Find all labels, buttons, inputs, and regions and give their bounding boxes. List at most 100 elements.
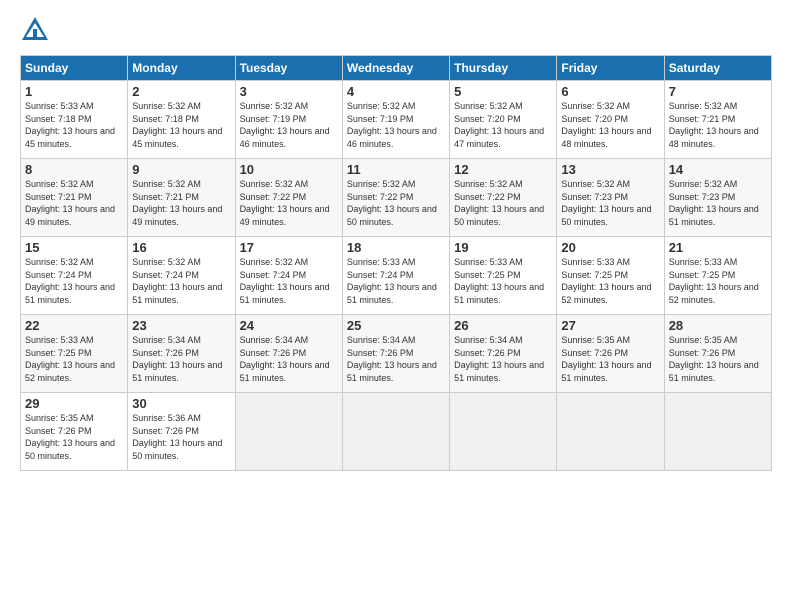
day-info: Sunrise: 5:32 AM Sunset: 7:22 PM Dayligh… xyxy=(454,179,544,227)
day-cell: 17 Sunrise: 5:32 AM Sunset: 7:24 PM Dayl… xyxy=(235,237,342,315)
day-number: 27 xyxy=(561,318,659,333)
header-cell-saturday: Saturday xyxy=(664,56,771,81)
day-number: 24 xyxy=(240,318,338,333)
day-info: Sunrise: 5:33 AM Sunset: 7:18 PM Dayligh… xyxy=(25,101,115,149)
day-info: Sunrise: 5:32 AM Sunset: 7:21 PM Dayligh… xyxy=(669,101,759,149)
day-info: Sunrise: 5:32 AM Sunset: 7:23 PM Dayligh… xyxy=(561,179,651,227)
calendar-table: SundayMondayTuesdayWednesdayThursdayFrid… xyxy=(20,55,772,471)
day-cell: 7 Sunrise: 5:32 AM Sunset: 7:21 PM Dayli… xyxy=(664,81,771,159)
day-info: Sunrise: 5:34 AM Sunset: 7:26 PM Dayligh… xyxy=(240,335,330,383)
day-number: 21 xyxy=(669,240,767,255)
week-row-1: 1 Sunrise: 5:33 AM Sunset: 7:18 PM Dayli… xyxy=(21,81,772,159)
day-number: 6 xyxy=(561,84,659,99)
day-number: 30 xyxy=(132,396,230,411)
day-info: Sunrise: 5:32 AM Sunset: 7:20 PM Dayligh… xyxy=(454,101,544,149)
day-info: Sunrise: 5:32 AM Sunset: 7:21 PM Dayligh… xyxy=(132,179,222,227)
day-cell: 26 Sunrise: 5:34 AM Sunset: 7:26 PM Dayl… xyxy=(450,315,557,393)
day-cell: 5 Sunrise: 5:32 AM Sunset: 7:20 PM Dayli… xyxy=(450,81,557,159)
day-info: Sunrise: 5:32 AM Sunset: 7:21 PM Dayligh… xyxy=(25,179,115,227)
day-cell: 27 Sunrise: 5:35 AM Sunset: 7:26 PM Dayl… xyxy=(557,315,664,393)
day-info: Sunrise: 5:33 AM Sunset: 7:25 PM Dayligh… xyxy=(25,335,115,383)
day-cell: 2 Sunrise: 5:32 AM Sunset: 7:18 PM Dayli… xyxy=(128,81,235,159)
day-cell xyxy=(342,393,449,471)
day-cell: 15 Sunrise: 5:32 AM Sunset: 7:24 PM Dayl… xyxy=(21,237,128,315)
day-info: Sunrise: 5:33 AM Sunset: 7:25 PM Dayligh… xyxy=(669,257,759,305)
day-cell: 18 Sunrise: 5:33 AM Sunset: 7:24 PM Dayl… xyxy=(342,237,449,315)
day-number: 29 xyxy=(25,396,123,411)
day-cell: 30 Sunrise: 5:36 AM Sunset: 7:26 PM Dayl… xyxy=(128,393,235,471)
day-info: Sunrise: 5:32 AM Sunset: 7:24 PM Dayligh… xyxy=(240,257,330,305)
day-info: Sunrise: 5:32 AM Sunset: 7:22 PM Dayligh… xyxy=(240,179,330,227)
header-row: SundayMondayTuesdayWednesdayThursdayFrid… xyxy=(21,56,772,81)
day-number: 19 xyxy=(454,240,552,255)
day-number: 18 xyxy=(347,240,445,255)
day-number: 3 xyxy=(240,84,338,99)
calendar-body: 1 Sunrise: 5:33 AM Sunset: 7:18 PM Dayli… xyxy=(21,81,772,471)
day-number: 4 xyxy=(347,84,445,99)
day-cell xyxy=(450,393,557,471)
day-info: Sunrise: 5:33 AM Sunset: 7:25 PM Dayligh… xyxy=(454,257,544,305)
day-info: Sunrise: 5:36 AM Sunset: 7:26 PM Dayligh… xyxy=(132,413,222,461)
day-number: 12 xyxy=(454,162,552,177)
day-cell: 21 Sunrise: 5:33 AM Sunset: 7:25 PM Dayl… xyxy=(664,237,771,315)
header-cell-monday: Monday xyxy=(128,56,235,81)
day-number: 9 xyxy=(132,162,230,177)
day-number: 23 xyxy=(132,318,230,333)
day-number: 11 xyxy=(347,162,445,177)
header-cell-sunday: Sunday xyxy=(21,56,128,81)
week-row-2: 8 Sunrise: 5:32 AM Sunset: 7:21 PM Dayli… xyxy=(21,159,772,237)
day-cell: 24 Sunrise: 5:34 AM Sunset: 7:26 PM Dayl… xyxy=(235,315,342,393)
header-cell-friday: Friday xyxy=(557,56,664,81)
day-cell: 14 Sunrise: 5:32 AM Sunset: 7:23 PM Dayl… xyxy=(664,159,771,237)
day-info: Sunrise: 5:32 AM Sunset: 7:22 PM Dayligh… xyxy=(347,179,437,227)
day-number: 25 xyxy=(347,318,445,333)
day-number: 28 xyxy=(669,318,767,333)
day-number: 1 xyxy=(25,84,123,99)
logo xyxy=(20,15,52,45)
day-info: Sunrise: 5:34 AM Sunset: 7:26 PM Dayligh… xyxy=(347,335,437,383)
day-cell: 11 Sunrise: 5:32 AM Sunset: 7:22 PM Dayl… xyxy=(342,159,449,237)
header-cell-tuesday: Tuesday xyxy=(235,56,342,81)
day-info: Sunrise: 5:34 AM Sunset: 7:26 PM Dayligh… xyxy=(454,335,544,383)
day-info: Sunrise: 5:33 AM Sunset: 7:25 PM Dayligh… xyxy=(561,257,651,305)
day-info: Sunrise: 5:32 AM Sunset: 7:24 PM Dayligh… xyxy=(132,257,222,305)
day-info: Sunrise: 5:32 AM Sunset: 7:18 PM Dayligh… xyxy=(132,101,222,149)
day-cell: 25 Sunrise: 5:34 AM Sunset: 7:26 PM Dayl… xyxy=(342,315,449,393)
day-number: 10 xyxy=(240,162,338,177)
day-info: Sunrise: 5:32 AM Sunset: 7:20 PM Dayligh… xyxy=(561,101,651,149)
day-number: 14 xyxy=(669,162,767,177)
day-cell: 9 Sunrise: 5:32 AM Sunset: 7:21 PM Dayli… xyxy=(128,159,235,237)
day-cell xyxy=(557,393,664,471)
day-number: 26 xyxy=(454,318,552,333)
day-cell xyxy=(664,393,771,471)
week-row-5: 29 Sunrise: 5:35 AM Sunset: 7:26 PM Dayl… xyxy=(21,393,772,471)
day-info: Sunrise: 5:33 AM Sunset: 7:24 PM Dayligh… xyxy=(347,257,437,305)
day-number: 8 xyxy=(25,162,123,177)
day-cell: 6 Sunrise: 5:32 AM Sunset: 7:20 PM Dayli… xyxy=(557,81,664,159)
day-cell: 8 Sunrise: 5:32 AM Sunset: 7:21 PM Dayli… xyxy=(21,159,128,237)
day-number: 2 xyxy=(132,84,230,99)
day-cell: 16 Sunrise: 5:32 AM Sunset: 7:24 PM Dayl… xyxy=(128,237,235,315)
day-number: 13 xyxy=(561,162,659,177)
page: SundayMondayTuesdayWednesdayThursdayFrid… xyxy=(0,0,792,612)
day-cell: 28 Sunrise: 5:35 AM Sunset: 7:26 PM Dayl… xyxy=(664,315,771,393)
calendar-header: SundayMondayTuesdayWednesdayThursdayFrid… xyxy=(21,56,772,81)
day-number: 17 xyxy=(240,240,338,255)
day-info: Sunrise: 5:32 AM Sunset: 7:23 PM Dayligh… xyxy=(669,179,759,227)
day-cell: 22 Sunrise: 5:33 AM Sunset: 7:25 PM Dayl… xyxy=(21,315,128,393)
day-cell: 19 Sunrise: 5:33 AM Sunset: 7:25 PM Dayl… xyxy=(450,237,557,315)
day-info: Sunrise: 5:35 AM Sunset: 7:26 PM Dayligh… xyxy=(25,413,115,461)
day-cell: 1 Sunrise: 5:33 AM Sunset: 7:18 PM Dayli… xyxy=(21,81,128,159)
day-number: 16 xyxy=(132,240,230,255)
logo-icon xyxy=(20,15,50,45)
header-cell-thursday: Thursday xyxy=(450,56,557,81)
header xyxy=(20,15,772,45)
day-cell: 3 Sunrise: 5:32 AM Sunset: 7:19 PM Dayli… xyxy=(235,81,342,159)
day-info: Sunrise: 5:34 AM Sunset: 7:26 PM Dayligh… xyxy=(132,335,222,383)
day-number: 22 xyxy=(25,318,123,333)
day-cell: 12 Sunrise: 5:32 AM Sunset: 7:22 PM Dayl… xyxy=(450,159,557,237)
day-info: Sunrise: 5:32 AM Sunset: 7:24 PM Dayligh… xyxy=(25,257,115,305)
header-cell-wednesday: Wednesday xyxy=(342,56,449,81)
day-cell: 10 Sunrise: 5:32 AM Sunset: 7:22 PM Dayl… xyxy=(235,159,342,237)
week-row-3: 15 Sunrise: 5:32 AM Sunset: 7:24 PM Dayl… xyxy=(21,237,772,315)
